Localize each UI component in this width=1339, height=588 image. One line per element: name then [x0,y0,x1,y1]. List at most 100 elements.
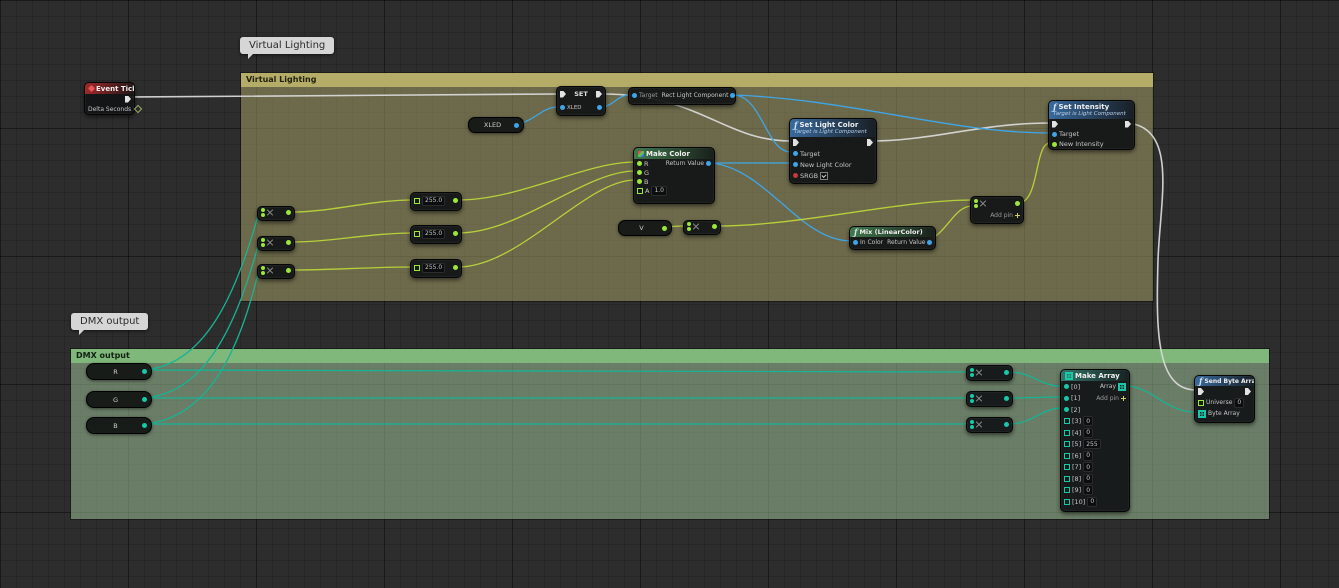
multiply-in-b-pin[interactable] [261,213,265,217]
target-in-pin[interactable] [632,93,637,98]
srgb-pin[interactable] [793,173,798,178]
add-pin-icon[interactable] [1015,213,1020,218]
array-2-pin[interactable] [1064,407,1069,412]
value-in-pin[interactable] [414,198,420,204]
r-getter-pin[interactable] [142,369,147,374]
array-0-pin[interactable] [1064,384,1069,389]
a-value-field[interactable]: 1.0 [651,186,667,196]
universe-field[interactable]: 0 [1234,398,1244,408]
b-getter-pin[interactable] [142,423,147,428]
value-field[interactable]: 255.0 [422,196,445,206]
srgb-checkbox[interactable] [820,172,828,180]
g-getter-node[interactable]: G [86,391,152,408]
dmx-multiply-node-1[interactable] [966,365,1013,381]
exec-out-pin[interactable] [1125,121,1131,128]
multiply-out-pin[interactable] [712,224,717,229]
g-in-pin[interactable] [637,170,642,175]
multiply-in-b-pin[interactable] [261,243,265,247]
add-pin-label[interactable]: Add pin [990,212,1013,219]
xled-getter-node[interactable]: XLED [468,117,524,133]
array-3-field[interactable]: 0 [1083,416,1093,426]
add-pin-icon[interactable] [1121,396,1126,401]
multiply-out-pin[interactable] [286,240,291,245]
value-in-pin[interactable] [414,265,420,271]
in-color-pin[interactable] [853,240,858,245]
mix-return-pin[interactable] [927,240,932,245]
a-in-pin[interactable] [637,188,643,194]
multiply-out-pin[interactable] [1004,396,1009,401]
array-9-field[interactable]: 0 [1083,485,1093,495]
array-4-field[interactable]: 0 [1083,428,1093,438]
array-8-pin[interactable] [1064,476,1070,482]
exec-out-pin[interactable] [867,139,873,146]
value-out-pin[interactable] [453,231,458,236]
universe-pin[interactable] [1198,400,1204,406]
dmx-multiply-node-2[interactable] [966,391,1013,407]
array-10-field[interactable]: 0 [1087,497,1097,507]
value-out-pin[interactable] [453,265,458,270]
rect-light-out-pin[interactable] [730,93,735,98]
array-7-pin[interactable] [1064,464,1070,470]
array-10-pin[interactable] [1064,499,1070,505]
new-intensity-pin[interactable] [1052,142,1057,147]
multiply-node-1[interactable] [257,206,295,221]
return-value-pin[interactable] [706,161,711,166]
g-getter-pin[interactable] [142,397,147,402]
multiply-out-pin[interactable] [1004,370,1009,375]
multiply-node-3[interactable] [257,264,295,279]
value-in-pin[interactable] [414,231,420,237]
multiply-out-pin[interactable] [286,210,291,215]
multiply-in-a-pin[interactable] [687,222,691,226]
array-out-pin[interactable] [1118,383,1126,391]
array-5-field[interactable]: 255 [1083,439,1100,449]
exec-in-pin[interactable] [793,139,799,146]
multiply-out-pin[interactable] [1004,422,1009,427]
multiply-in-b-pin[interactable] [970,373,974,377]
rect-light-component-node[interactable]: Target Rect Light Component [628,87,736,105]
multiply-out-pin[interactable] [1015,201,1020,206]
multiply-in-b-pin[interactable] [261,271,265,275]
v-getter-node[interactable]: V [618,220,672,236]
b-getter-node[interactable]: B [86,417,152,434]
multiply-in-a-pin[interactable] [261,238,265,242]
value-out-pin[interactable] [453,198,458,203]
multiply-255-node-3[interactable]: 255.0 [410,259,462,278]
send-byte-array-node[interactable]: Send Byte Array Universe 0 Byte Array [1194,375,1255,423]
array-7-field[interactable]: 0 [1083,462,1093,472]
array-3-pin[interactable] [1064,418,1070,424]
event-tick-node[interactable]: Event Tick Delta Seconds [84,82,135,115]
multiply-in-b-pin[interactable] [970,425,974,429]
dmx-multiply-node-3[interactable] [966,417,1013,433]
array-1-pin[interactable] [1064,396,1069,401]
exec-in-pin[interactable] [1198,388,1204,395]
set-xled-node[interactable]: SET XLED [556,86,606,116]
value-field[interactable]: 255.0 [422,263,445,273]
mix-linearcolor-node[interactable]: Mix (LinearColor) In Color Return Value [849,226,936,250]
multiply-in-a-pin[interactable] [974,199,978,203]
xled-out-pin[interactable] [597,105,602,110]
multiply-in-a-pin[interactable] [261,208,265,212]
value-field[interactable]: 255.0 [422,229,445,239]
add-pin-label[interactable]: Add pin [1096,395,1119,402]
array-8-field[interactable]: 0 [1083,474,1093,484]
r-getter-node[interactable]: R [86,363,152,380]
exec-in-pin[interactable] [560,91,566,98]
multiply-in-b-pin[interactable] [970,399,974,403]
new-light-color-pin[interactable] [793,162,798,167]
multiply-in-a-pin[interactable] [970,420,974,424]
multiply-node-2[interactable] [257,236,295,251]
multiply-in-b-pin[interactable] [974,204,978,208]
blueprint-canvas[interactable]: Virtual Lighting DMX output [0,0,1339,588]
array-6-pin[interactable] [1064,453,1070,459]
set-intensity-node[interactable]: Set Intensity Target is Light Component … [1048,100,1135,150]
multiply-addpin-node[interactable]: Add pin [970,196,1024,224]
exec-in-pin[interactable] [1052,121,1058,128]
multiply-255-node-1[interactable]: 255.0 [410,192,462,211]
array-5-pin[interactable] [1064,441,1070,447]
multiply-node-mid[interactable] [683,220,721,235]
r-in-pin[interactable] [637,161,642,166]
xled-in-pin[interactable] [560,105,565,110]
v-getter-pin[interactable] [662,226,667,231]
byte-array-pin[interactable] [1198,410,1206,418]
array-9-pin[interactable] [1064,487,1070,493]
